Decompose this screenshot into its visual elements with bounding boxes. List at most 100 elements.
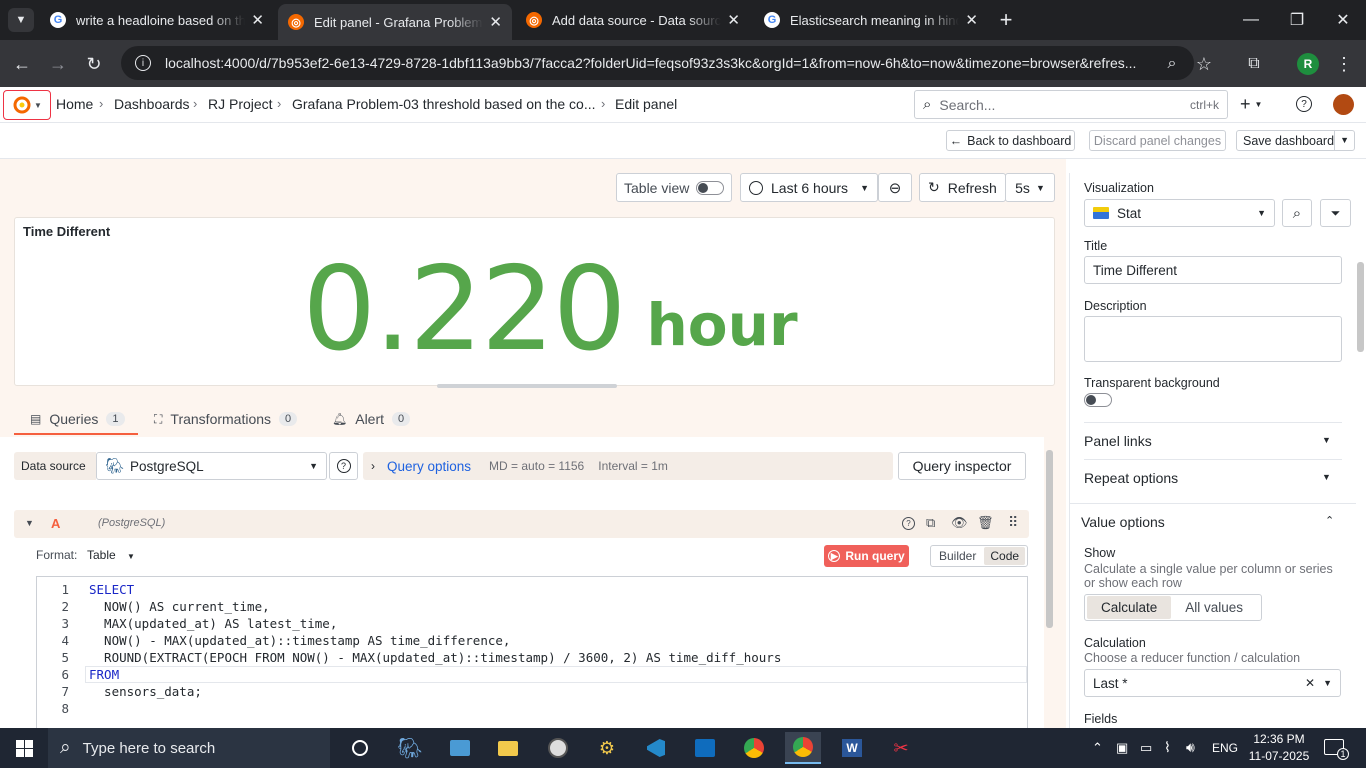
table-view-toggle[interactable]: Table view [616,173,732,202]
site-info-icon[interactable]: i [135,55,151,71]
code-mode-button[interactable]: Code [984,547,1026,565]
refresh-button[interactable]: ↻ Refresh [919,173,1006,202]
query-options-link[interactable]: Query options [387,459,471,474]
browser-tab-1[interactable]: G write a headloine based on the ✕ [40,0,274,40]
close-icon[interactable]: ✕ [959,11,978,29]
add-new-menu[interactable]: + ▼ [1240,95,1262,114]
description-textarea[interactable] [1084,316,1342,362]
address-bar[interactable]: i localhost:4000/d/7b953ef2-6e13-4729-87… [121,46,1194,80]
chevron-down-icon[interactable]: ▼ [1322,472,1331,482]
grafana-search-input[interactable]: ⌕ Search... ctrl+k [914,90,1228,119]
chevron-down-icon[interactable]: ▼ [25,518,34,528]
drag-handle-icon[interactable]: ⠿ [1008,514,1018,531]
outlook-icon[interactable] [687,732,723,764]
panel-links-section[interactable]: Panel links [1084,433,1152,449]
grafana-logo-menu[interactable]: ▼ [3,90,51,120]
calculation-select[interactable]: Last * ✕ ▼ [1084,669,1341,697]
trash-icon[interactable]: 🗑︎ [977,515,994,531]
query-ref-id[interactable]: A [51,516,60,531]
app-icon[interactable] [442,732,478,764]
chrome-active-icon[interactable] [785,732,821,764]
value-options-section[interactable]: Value options [1081,514,1165,530]
options-scrollbar[interactable] [1357,262,1364,352]
vscode-icon[interactable] [638,732,674,764]
back-icon[interactable]: ← [8,50,36,78]
reload-icon[interactable]: ↻ [80,50,108,78]
tab-transformations[interactable]: ⛶ Transformations 0 [154,411,298,427]
window-close-button[interactable]: ✕ [1320,0,1366,40]
breadcrumb-dashboards[interactable]: Dashboards [114,96,190,112]
title-input[interactable]: Time Different [1084,256,1342,284]
close-icon[interactable]: ✕ [483,13,502,31]
browser-tab-2[interactable]: ◎ Edit panel - Grafana Problem-03 ✕ [278,4,512,40]
chevron-down-icon[interactable]: ▼ [1334,131,1354,150]
datasource-picker[interactable]: 🐘︎ PostgreSQL ▼ [96,452,327,480]
duplicate-icon[interactable]: ⧉ [926,515,935,531]
editor-scrollbar[interactable] [1046,450,1053,628]
profile-avatar[interactable]: R [1297,53,1319,75]
repeat-options-section[interactable]: Repeat options [1084,470,1178,486]
volume-icon[interactable]: 🔊︎ [1186,739,1195,756]
visualization-picker[interactable]: Stat ▼ [1084,199,1275,227]
app-icon[interactable]: ✂︎ [883,732,919,764]
toggle-switch[interactable] [696,180,724,195]
browser-tab-3[interactable]: ◎ Add data source - Data sources ✕ [516,0,750,40]
clear-icon[interactable]: ✕ [1305,676,1315,690]
user-avatar[interactable] [1333,94,1354,115]
help-icon[interactable]: ? [902,517,915,530]
back-to-dashboard-button[interactable]: ← Back to dashboard [946,130,1075,151]
extensions-icon[interactable]: ⧉ [1240,50,1268,78]
editor-mode-toggle[interactable]: Builder Code [930,545,1028,567]
help-icon[interactable]: ? [1296,96,1312,112]
time-range-picker[interactable]: Last 6 hours ▼ [740,173,878,202]
tray-overflow-icon[interactable]: ⌃ [1092,740,1103,756]
bookmark-star-icon[interactable]: ☆ [1190,50,1218,78]
show-radio-group[interactable]: Calculate All values [1084,594,1262,621]
zoom-icon[interactable]: ⌕ [1158,50,1186,78]
language-indicator[interactable]: ENG [1212,741,1238,755]
postgres-app-icon[interactable]: 🐘︎ [392,732,428,764]
breadcrumb-home[interactable]: Home [56,96,93,112]
transparent-toggle[interactable] [1084,393,1112,407]
search-options-button[interactable]: ⌕ [1282,199,1312,227]
sql-code-editor[interactable]: 1 SELECT 2 NOW() AS current_time, 3 MAX(… [36,576,1028,728]
breadcrumb-dashboard[interactable]: Grafana Problem-03 threshold based on th… [292,96,596,112]
chrome-menu-icon[interactable]: ⋮ [1330,50,1358,78]
close-icon[interactable]: ✕ [245,11,264,29]
system-clock[interactable]: 12:36 PM 11-07-2025 [1246,731,1312,765]
taskbar-search-box[interactable]: ⌕ Type here to search [48,728,330,768]
cortana-icon[interactable] [342,732,378,764]
chrome-icon[interactable] [736,732,772,764]
panel-resize-handle[interactable] [437,384,617,388]
file-explorer-icon[interactable] [490,732,526,764]
battery-icon[interactable]: ▭ [1140,740,1152,756]
calculate-option[interactable]: Calculate [1087,596,1172,619]
tab-search-button[interactable]: ▼ [8,8,34,32]
refresh-interval-picker[interactable]: 5s ▼ [1005,173,1055,202]
run-query-button[interactable]: ▶ Run query [824,545,909,567]
forward-icon[interactable]: → [44,50,72,78]
chevron-down-icon[interactable]: ▼ [1322,435,1331,445]
save-dashboard-button[interactable]: Save dashboard ▼ [1236,130,1355,151]
all-values-option[interactable]: All values [1171,596,1257,619]
query-row-header[interactable] [14,510,1029,538]
datasource-help-button[interactable]: ? [329,452,358,480]
tray-app-icon[interactable]: ▣ [1116,740,1128,756]
builder-mode-button[interactable]: Builder [931,549,984,563]
word-icon[interactable]: W [834,732,870,764]
network-app-icon[interactable]: ⚙︎ [589,732,625,764]
tab-alert[interactable]: 🔔︎ Alert 0 [332,411,411,427]
close-icon[interactable]: ✕ [721,11,740,29]
new-tab-button[interactable]: + [994,7,1018,32]
maximize-button[interactable]: ❐ [1274,0,1320,40]
query-options-bar[interactable]: › Query options MD = auto = 1156 Interva… [363,452,893,480]
breadcrumb-folder[interactable]: RJ Project [208,96,273,112]
windows-start-icon[interactable] [6,732,42,764]
discard-changes-button[interactable]: Discard panel changes [1089,130,1226,151]
tab-queries[interactable]: ▤ Queries 1 [30,411,125,427]
zoom-out-button[interactable]: ⊖ [878,173,912,202]
eye-icon[interactable]: 👁︎ [951,515,968,531]
clock-app-icon[interactable] [540,732,576,764]
browser-tab-4[interactable]: G Elasticsearch meaning in hindi ✕ [754,0,988,40]
query-inspector-button[interactable]: Query inspector [898,452,1026,480]
